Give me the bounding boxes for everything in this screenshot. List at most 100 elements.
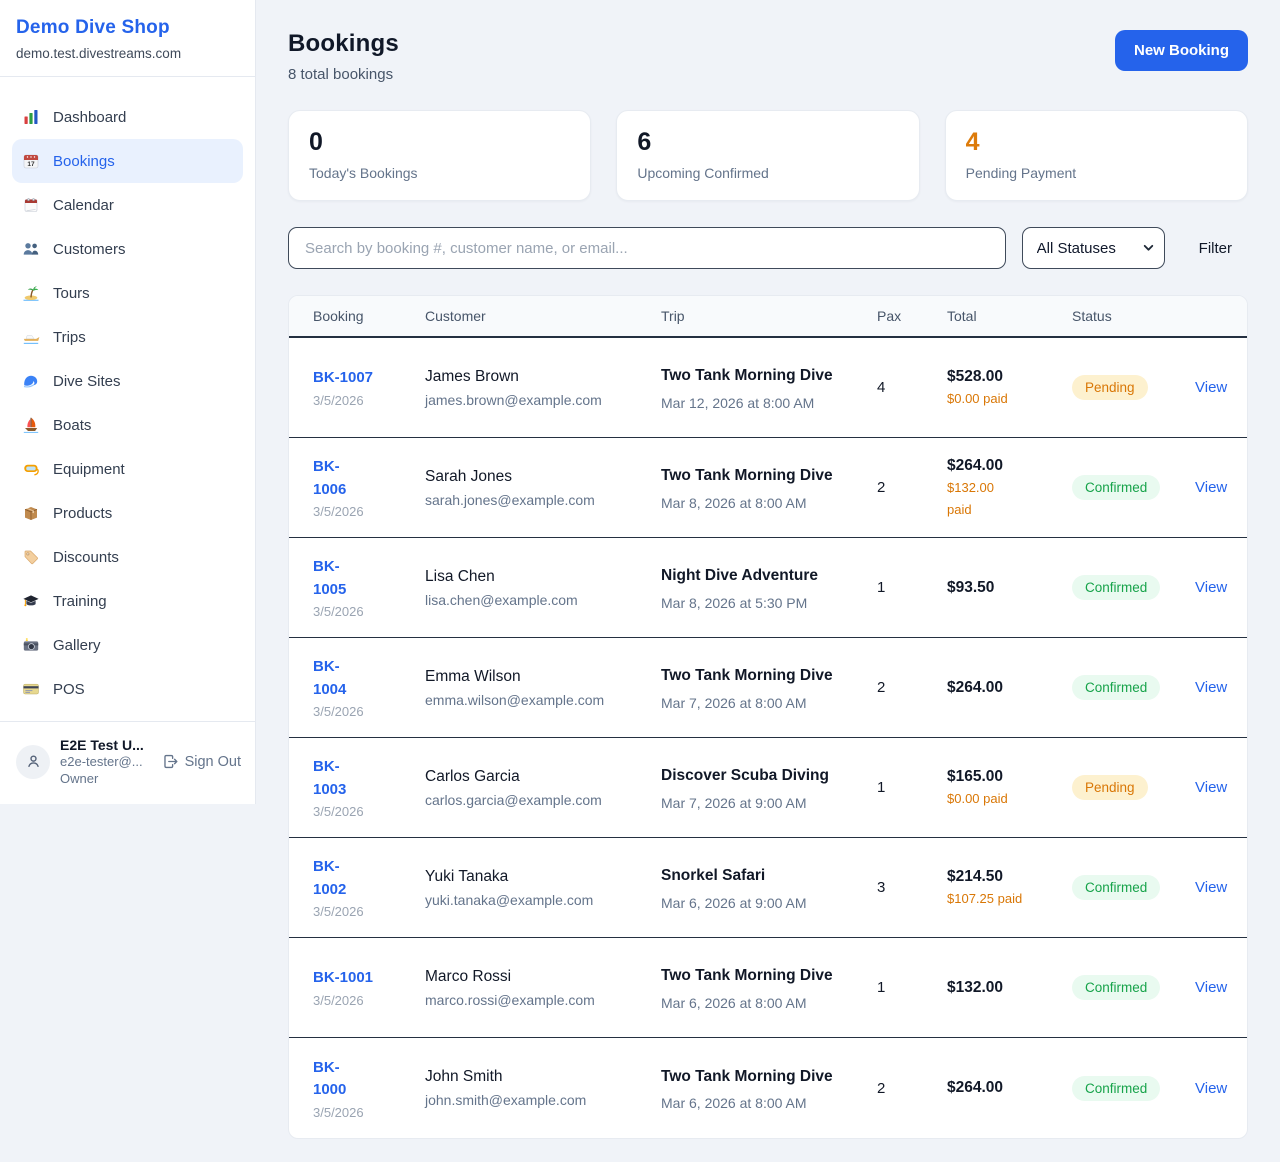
customer-cell: James Brownjames.brown@example.com (425, 368, 661, 408)
booking-id-link[interactable]: BK-1005 (313, 556, 425, 601)
trip-name: Night Dive Adventure (661, 564, 833, 588)
status-badge: Confirmed (1072, 1076, 1160, 1101)
view-link[interactable]: View (1195, 879, 1227, 896)
amount-paid: $0.00 paid (947, 390, 1072, 408)
sidebar-item-training[interactable]: Training (12, 579, 243, 623)
sidebar-item-discounts[interactable]: Discounts (12, 535, 243, 579)
customer-name: Carlos Garcia (425, 768, 661, 786)
booking-id-link[interactable]: BK-1004 (313, 656, 425, 701)
sidebar-item-equipment[interactable]: Equipment (12, 447, 243, 491)
sidebar-item-trips[interactable]: Trips (12, 315, 243, 359)
view-link[interactable]: View (1195, 979, 1227, 996)
status-cell: Confirmed (1072, 1076, 1195, 1101)
diving-mask-icon (22, 460, 40, 478)
main-content: Bookings 8 total bookings New Booking 0 … (256, 0, 1280, 1162)
trip-name: Two Tank Morning Dive (661, 664, 833, 688)
booking-id-line: BK- (313, 1057, 425, 1080)
sidebar-item-label: Boats (53, 417, 91, 434)
booking-id-line: 1003 (313, 779, 425, 802)
user-role: Owner (60, 771, 152, 788)
view-link[interactable]: View (1195, 379, 1227, 396)
booking-date: 3/5/2026 (313, 993, 425, 1008)
pax-value: 4 (877, 379, 947, 396)
trip-name: Discover Scuba Diving (661, 764, 833, 788)
booking-id-link[interactable]: BK-1001 (313, 967, 425, 990)
sign-out-button[interactable]: Sign Out (162, 753, 241, 770)
pax-value: 1 (877, 979, 947, 996)
user-info: E2E Test U... e2e-tester@... Owner (60, 736, 152, 788)
stat-label: Pending Payment (966, 165, 1227, 181)
trip-datetime: Mar 7, 2026 at 9:00 AM (661, 795, 877, 811)
sidebar-header: Demo Dive Shop demo.test.divestreams.com (0, 0, 255, 77)
total-cell: $264.00 (947, 679, 1072, 697)
view-link[interactable]: View (1195, 579, 1227, 596)
pax-value: 1 (877, 579, 947, 596)
filter-button[interactable]: Filter (1183, 232, 1248, 265)
booking-id-line: BK- (313, 756, 425, 779)
sidebar-item-label: POS (53, 681, 85, 698)
user-name: E2E Test U... (60, 736, 152, 754)
table-row: BK-1001 3/5/2026Marco Rossimarco.rossi@ex… (289, 938, 1247, 1038)
sidebar-item-pos[interactable]: POS (12, 667, 243, 711)
view-link[interactable]: View (1195, 1080, 1227, 1097)
trip-datetime: Mar 6, 2026 at 8:00 AM (661, 995, 877, 1011)
wave-icon (22, 372, 40, 390)
customer-cell: Yuki Tanakayuki.tanaka@example.com (425, 868, 661, 908)
sidebar-item-label: Gallery (53, 637, 101, 654)
status-cell: Confirmed (1072, 675, 1195, 700)
booking-id-line: 1000 (313, 1079, 425, 1102)
total-amount: $93.50 (947, 579, 1072, 597)
total-cell: $132.00 (947, 979, 1072, 997)
trip-name: Two Tank Morning Dive (661, 464, 833, 488)
status-select[interactable]: All Statuses (1023, 228, 1164, 268)
booking-id-link[interactable]: BK-1002 (313, 856, 425, 901)
view-link[interactable]: View (1195, 479, 1227, 496)
sidebar-item-label: Training (53, 593, 107, 610)
customer-name: Yuki Tanaka (425, 868, 661, 886)
sidebar-item-tours[interactable]: Tours (12, 271, 243, 315)
booking-id-link[interactable]: BK-1006 (313, 456, 425, 501)
sidebar-item-gallery[interactable]: Gallery (12, 623, 243, 667)
booking-id-link[interactable]: BK-1007 (313, 367, 425, 390)
island-icon (22, 284, 40, 302)
status-cell: Pending (1072, 775, 1195, 800)
total-cell: $214.50$107.25 paid (947, 868, 1072, 908)
booking-id-link[interactable]: BK-1003 (313, 756, 425, 801)
status-cell: Confirmed (1072, 975, 1195, 1000)
view-link[interactable]: View (1195, 679, 1227, 696)
stat-value: 0 (309, 128, 570, 157)
sidebar-item-calendar[interactable]: Calendar (12, 183, 243, 227)
sailboat-icon (22, 416, 40, 434)
new-booking-button[interactable]: New Booking (1115, 30, 1248, 71)
total-amount: $264.00 (947, 679, 1072, 697)
column-header: Pax (877, 308, 947, 324)
brand-title: Demo Dive Shop (16, 17, 239, 39)
avatar (16, 745, 50, 779)
sidebar-item-customers[interactable]: Customers (12, 227, 243, 271)
search-input[interactable] (288, 227, 1006, 269)
sidebar-item-products[interactable]: Products (12, 491, 243, 535)
view-link[interactable]: View (1195, 779, 1227, 796)
sidebar-item-dashboard[interactable]: Dashboard (12, 95, 243, 139)
sidebar-item-boats[interactable]: Boats (12, 403, 243, 447)
booking-date: 3/5/2026 (313, 604, 425, 619)
sidebar-item-dive-sites[interactable]: Dive Sites (12, 359, 243, 403)
customer-cell: Carlos Garciacarlos.garcia@example.com (425, 768, 661, 808)
tag-icon (22, 548, 40, 566)
stats-cards: 0 Today's Bookings 6 Upcoming Confirmed … (288, 110, 1248, 201)
sidebar-item-bookings[interactable]: 17Bookings (12, 139, 243, 183)
booking-id-link[interactable]: BK-1000 (313, 1057, 425, 1102)
booking-cell: BK-1001 3/5/2026 (313, 967, 425, 1008)
trip-cell: Two Tank Morning DiveMar 12, 2026 at 8:0… (661, 364, 877, 410)
table-row: BK-10053/5/2026Lisa Chenlisa.chen@exampl… (289, 538, 1247, 638)
calendar-date-icon: 17 (22, 152, 40, 170)
sidebar-nav: Dashboard17BookingsCalendarCustomersTour… (0, 77, 255, 721)
table-row: BK-10033/5/2026Carlos Garciacarlos.garci… (289, 738, 1247, 838)
trip-name: Two Tank Morning Dive (661, 1065, 833, 1089)
total-amount: $132.00 (947, 979, 1072, 997)
customer-cell: Marco Rossimarco.rossi@example.com (425, 968, 661, 1008)
booking-cell: BK-10063/5/2026 (313, 456, 425, 519)
total-cell: $528.00$0.00 paid (947, 368, 1072, 408)
customer-email: john.smith@example.com (425, 1092, 661, 1108)
amount-paid: $107.25 paid (947, 890, 1072, 908)
